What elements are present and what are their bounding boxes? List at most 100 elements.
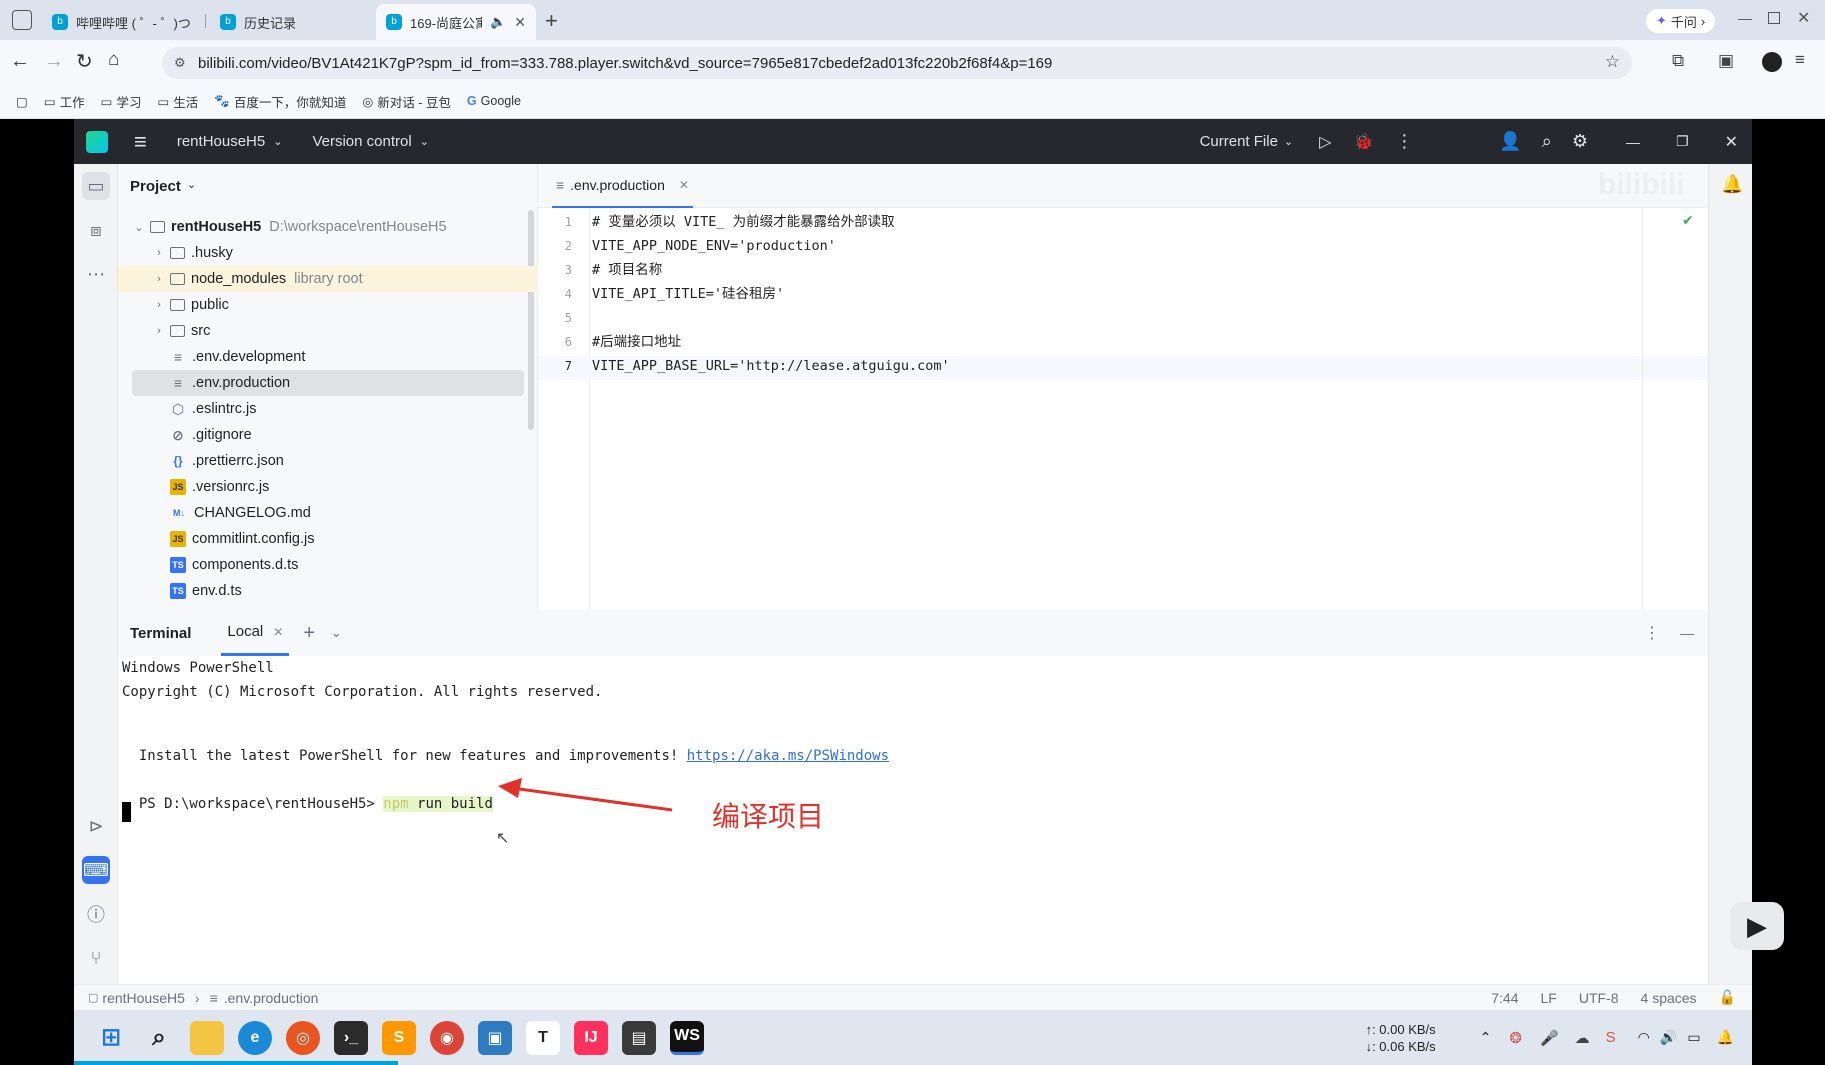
tree-item[interactable]: {} .prettierrc.json bbox=[170, 448, 284, 474]
services-icon[interactable]: ⊳ bbox=[82, 812, 110, 840]
tree-scrollbar[interactable] bbox=[528, 210, 534, 430]
menu-icon[interactable]: ≡ bbox=[1795, 50, 1805, 70]
ubuntu-icon[interactable]: ◎ bbox=[286, 1020, 320, 1055]
site-info-icon[interactable]: ⚙ bbox=[174, 55, 186, 71]
project-panel-header[interactable]: Project ⌄ bbox=[130, 178, 196, 195]
tree-root[interactable]: ⌄ rentHouseH5 D:\workspace\rentHouseH5 bbox=[132, 214, 446, 240]
bookmark-item[interactable]: ▭ 工作 bbox=[44, 92, 85, 111]
back-button[interactable]: ← bbox=[10, 50, 30, 73]
bookmark-item[interactable]: ▭ 生活 bbox=[157, 92, 198, 111]
screenshot-icon[interactable]: ▣ bbox=[1718, 51, 1734, 71]
tray-app-icon[interactable]: ❂ bbox=[1509, 1029, 1522, 1047]
speaker-icon[interactable]: 🔈 bbox=[490, 14, 506, 30]
lock-icon[interactable]: 🔓 bbox=[1719, 989, 1736, 1006]
video-progress-bar[interactable] bbox=[74, 1061, 398, 1065]
minimize-window-icon[interactable]: — bbox=[1738, 10, 1752, 26]
chevron-down-icon[interactable]: ⌄ bbox=[331, 625, 342, 641]
terminal-icon[interactable]: ⌨ bbox=[82, 856, 110, 884]
app-icon[interactable]: ▤ bbox=[622, 1020, 656, 1055]
intellij-icon[interactable]: IJ bbox=[574, 1020, 608, 1055]
webstorm-taskbar-icon[interactable]: WS bbox=[670, 1020, 704, 1055]
caret-position[interactable]: 7:44 bbox=[1491, 990, 1518, 1006]
run-config-selector[interactable]: Current File ⌄ bbox=[1200, 133, 1294, 150]
file-explorer-icon[interactable] bbox=[190, 1020, 224, 1055]
browser-tab-active[interactable]: b 169-尚庭公寓 🔈 ✕ bbox=[376, 4, 536, 40]
windows-start-icon[interactable]: ⊞ bbox=[94, 1021, 128, 1055]
taskbar-search-icon[interactable]: ⌕ bbox=[142, 1021, 176, 1055]
no-problems-check-icon[interactable]: ✔ bbox=[1682, 212, 1694, 229]
more-tools-icon[interactable]: ⋯ bbox=[82, 260, 110, 288]
tray-app-icon[interactable]: ☁ bbox=[1575, 1029, 1590, 1047]
notifications-icon[interactable]: 🔔 bbox=[1721, 174, 1743, 195]
breadcrumb-project[interactable]: rentHouseH5 bbox=[102, 990, 185, 1006]
tree-item[interactable]: › public bbox=[152, 292, 229, 318]
battery-icon[interactable]: ▭ bbox=[1687, 1029, 1700, 1046]
git-icon[interactable]: ⑂ bbox=[82, 944, 110, 972]
microphone-icon[interactable]: 🎤 bbox=[1540, 1029, 1559, 1047]
tree-item[interactable]: › node_modules library root bbox=[118, 266, 538, 292]
tree-item[interactable]: ≡ .env.development bbox=[170, 344, 305, 370]
browser-tab[interactable]: b 历史记录 bbox=[210, 4, 370, 40]
webstorm-logo-icon[interactable] bbox=[86, 130, 108, 153]
tree-item-selected[interactable]: ≡ .env.production bbox=[132, 370, 524, 396]
forward-button[interactable]: → bbox=[44, 50, 64, 73]
close-tab-icon[interactable]: ✕ bbox=[273, 625, 283, 639]
tree-item[interactable]: › src bbox=[152, 318, 210, 344]
tree-item[interactable]: JS commitlint.config.js bbox=[170, 526, 314, 552]
debug-icon[interactable]: 🐞 bbox=[1353, 132, 1373, 152]
more-actions-icon[interactable]: ⋮ bbox=[1395, 131, 1413, 152]
main-menu-icon[interactable]: ≡ bbox=[134, 129, 147, 155]
breadcrumb-file[interactable]: .env.production bbox=[224, 990, 319, 1006]
project-selector[interactable]: rentHouseH5 ⌄ bbox=[177, 133, 283, 150]
close-tab-icon[interactable]: ✕ bbox=[679, 178, 689, 192]
bookmark-item[interactable]: 🐾 百度一下，你就知道 bbox=[214, 92, 346, 111]
bookmark-star-icon[interactable]: ☆ bbox=[1605, 52, 1620, 72]
reload-button[interactable]: ↻ bbox=[76, 49, 93, 74]
file-encoding[interactable]: UTF-8 bbox=[1579, 990, 1619, 1006]
bookmark-item[interactable]: ◎ 新对话 - 豆包 bbox=[362, 92, 451, 111]
volume-icon[interactable]: 🔊 bbox=[1660, 1029, 1677, 1046]
notification-bell-icon[interactable]: 🔔 bbox=[1717, 1029, 1734, 1046]
qianwen-button[interactable]: ✦ 千问 › bbox=[1646, 9, 1716, 33]
project-folder-icon[interactable]: ▭ bbox=[82, 172, 110, 200]
show-hidden-icons[interactable]: ⌃ bbox=[1480, 1029, 1492, 1046]
search-icon[interactable]: ⌕ bbox=[1542, 131, 1552, 152]
extensions-icon[interactable]: ⧉ bbox=[1672, 51, 1684, 71]
indent-setting[interactable]: 4 spaces bbox=[1641, 990, 1697, 1006]
tree-item[interactable]: TS components.d.ts bbox=[170, 552, 298, 578]
close-tab-icon[interactable]: ✕ bbox=[514, 14, 526, 31]
bookmark-item[interactable]: G Google bbox=[467, 94, 521, 108]
settings-icon[interactable]: ⚙ bbox=[1572, 131, 1588, 152]
browser-tab[interactable]: b 哔哩哔哩 ( ゜- ゜)つロ bbox=[42, 4, 202, 40]
close-window-icon[interactable]: ✕ bbox=[1797, 8, 1810, 28]
add-user-icon[interactable]: 👤 bbox=[1499, 131, 1521, 152]
powershell-link[interactable]: https://aka.ms/PSWindows bbox=[687, 748, 889, 764]
home-button[interactable]: ⌂ bbox=[108, 49, 119, 71]
sublime-icon[interactable]: S bbox=[382, 1020, 416, 1055]
edge-icon[interactable]: e bbox=[238, 1020, 272, 1055]
address-bar[interactable]: ⚙ bilibili.com/video/BV1At421K7gP?spm_id… bbox=[162, 47, 1632, 79]
typora-icon[interactable]: T bbox=[526, 1020, 560, 1055]
ide-restore-icon[interactable]: ❐ bbox=[1676, 133, 1689, 150]
bookmark-item[interactable]: ▭ 学习 bbox=[101, 92, 142, 111]
tree-item[interactable]: ⊘ .gitignore bbox=[170, 422, 252, 448]
version-control-menu[interactable]: Version control ⌄ bbox=[312, 133, 428, 150]
ide-minimize-icon[interactable]: — bbox=[1626, 134, 1640, 150]
profile-avatar[interactable] bbox=[1762, 52, 1782, 72]
tab-search-icon[interactable] bbox=[12, 10, 32, 30]
hide-panel-icon[interactable]: — bbox=[1680, 625, 1694, 641]
run-icon[interactable]: ▷ bbox=[1319, 132, 1331, 152]
ide-close-icon[interactable]: ✕ bbox=[1725, 132, 1738, 152]
wifi-icon[interactable]: ◠ bbox=[1638, 1029, 1650, 1046]
tray-app-icon[interactable]: S bbox=[1606, 1029, 1616, 1046]
line-separator[interactable]: LF bbox=[1541, 990, 1557, 1006]
maximize-window-icon[interactable] bbox=[1768, 12, 1780, 24]
chrome-icon[interactable]: ◉ bbox=[430, 1020, 464, 1055]
structure-icon[interactable]: ⧈ bbox=[82, 216, 110, 244]
terminal-tab-local[interactable]: Local ✕ bbox=[221, 610, 290, 656]
terminal-app-icon[interactable]: ›_ bbox=[334, 1020, 368, 1055]
tree-item[interactable]: JS .versionrc.js bbox=[170, 474, 269, 500]
tree-item[interactable]: TS env.d.ts bbox=[170, 578, 242, 604]
tree-item[interactable]: M↓ CHANGELOG.md bbox=[170, 500, 311, 526]
problems-icon[interactable]: ⓘ bbox=[82, 900, 110, 928]
